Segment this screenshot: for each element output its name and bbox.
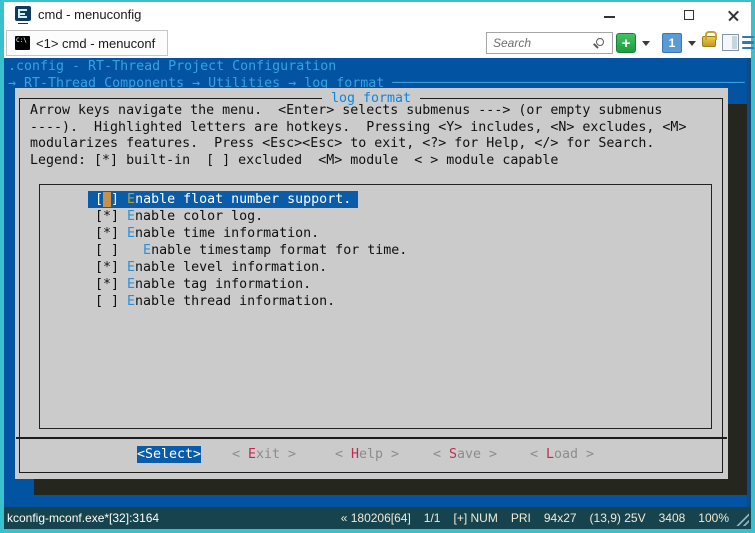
button-separator bbox=[16, 437, 727, 439]
search-icon bbox=[596, 38, 604, 46]
console-number-button[interactable]: 1 bbox=[662, 33, 682, 53]
lock-icon[interactable] bbox=[702, 36, 716, 47]
close-button[interactable] bbox=[720, 2, 746, 28]
menu-item-color-log[interactable]: [*] Enable color log. bbox=[88, 208, 270, 225]
maximize-icon bbox=[684, 10, 694, 20]
search-input[interactable] bbox=[487, 34, 587, 52]
tab-bar: C:\ <1> cmd - menuconf + 1 bbox=[4, 28, 751, 58]
search-box bbox=[486, 32, 613, 54]
status-console-size: 94x27 bbox=[544, 511, 577, 525]
close-icon bbox=[727, 9, 740, 22]
panel-view-icon[interactable] bbox=[722, 34, 739, 51]
conemu-app-icon bbox=[15, 6, 31, 21]
config-title-line: .config - RT-Thread Project Configuratio… bbox=[8, 58, 336, 75]
exit-button[interactable]: < Exit > bbox=[232, 446, 296, 463]
console-dropdown-icon[interactable] bbox=[688, 41, 696, 50]
window-frame: cmd - menuconfig C:\ <1> cmd - menuconf … bbox=[0, 0, 755, 533]
status-console-id: « 180206[64] bbox=[341, 511, 411, 525]
status-zoom: 100% bbox=[698, 511, 729, 525]
help-button[interactable]: < Help > bbox=[335, 446, 399, 463]
status-cursor-pos: (13,9) 25V bbox=[590, 511, 646, 525]
menu-item-float-number[interactable]: [ ] Enable float number support. bbox=[88, 191, 358, 208]
new-console-dropdown-icon[interactable] bbox=[642, 41, 650, 50]
dialog-instructions: Arrow keys navigate the menu. <Enter> se… bbox=[30, 103, 686, 169]
status-items: « 180206[64] 1/1 [+] NUM PRI 94x27 (13,9… bbox=[341, 511, 729, 525]
menu-item-time-information[interactable]: [*] Enable time information. bbox=[88, 225, 326, 242]
terminal: .config - RT-Thread Project Configuratio… bbox=[4, 58, 747, 507]
process-name: kconfig-mconf.exe*[32]:3164 bbox=[7, 511, 159, 525]
status-value: 3408 bbox=[659, 511, 686, 525]
tab-label: <1> cmd - menuconf bbox=[36, 36, 155, 51]
menu-item-timestamp-format[interactable]: [ ] Enable timestamp format for time. bbox=[88, 242, 414, 259]
maximize-button[interactable] bbox=[676, 2, 702, 28]
new-console-button[interactable]: + bbox=[616, 33, 636, 53]
menu-hamburger-icon[interactable] bbox=[742, 36, 754, 49]
load-button[interactable]: < Load > bbox=[530, 446, 594, 463]
terminal-right-strip bbox=[747, 58, 751, 507]
minimize-icon bbox=[604, 16, 615, 18]
instruction-line: Legend: [*] built-in [ ] excluded <M> mo… bbox=[30, 153, 686, 170]
minimize-button[interactable] bbox=[596, 2, 622, 28]
tab-cmd-menuconf[interactable]: C:\ <1> cmd - menuconf bbox=[6, 30, 168, 56]
instruction-line: modularizes features. Press <Esc><Esc> t… bbox=[30, 136, 686, 153]
status-num-lock: [+] NUM bbox=[453, 511, 497, 525]
menu-item-tag-information[interactable]: [*] Enable tag information. bbox=[88, 276, 318, 293]
status-pri: PRI bbox=[511, 511, 531, 525]
save-button[interactable]: < Save > bbox=[433, 446, 497, 463]
instruction-line: ----). Highlighted letters are hotkeys. … bbox=[30, 120, 686, 137]
menuconfig-dialog: log format Arrow keys navigate the menu.… bbox=[15, 88, 728, 479]
titlebar: cmd - menuconfig bbox=[4, 2, 751, 28]
status-console-count: 1/1 bbox=[424, 511, 441, 525]
menu-item-level-information[interactable]: [*] Enable level information. bbox=[88, 259, 334, 276]
cursor-block bbox=[103, 192, 111, 207]
menu-item-thread-information[interactable]: [ ] Enable thread information. bbox=[88, 293, 342, 310]
select-button[interactable]: <Select> bbox=[137, 446, 201, 463]
resize-grip[interactable] bbox=[734, 511, 749, 526]
window-title: cmd - menuconfig bbox=[38, 7, 141, 22]
cmd-icon: C:\ bbox=[15, 36, 30, 50]
instruction-line: Arrow keys navigate the menu. <Enter> se… bbox=[30, 103, 686, 120]
status-bar: kconfig-mconf.exe*[32]:3164 « 180206[64]… bbox=[4, 507, 751, 529]
